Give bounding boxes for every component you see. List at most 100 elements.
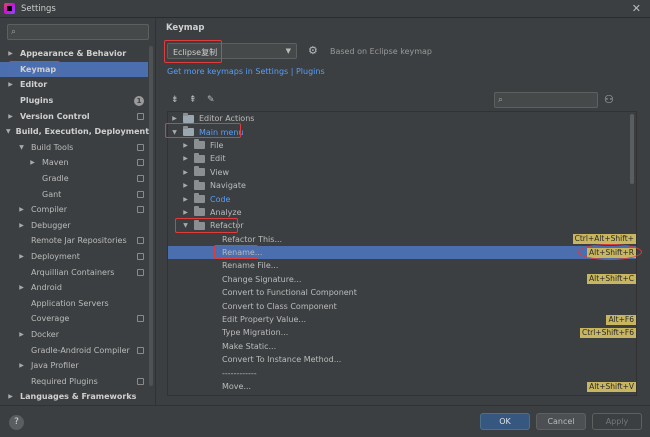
- chevron-right-icon[interactable]: ▶: [181, 155, 190, 162]
- shortcut-badge: Alt+F6: [606, 314, 636, 325]
- action-group-row[interactable]: ▶ View: [168, 166, 636, 179]
- sidebar-scrollbar[interactable]: [149, 46, 153, 386]
- action-row[interactable]: Convert To Instance Method...: [168, 353, 636, 366]
- action-search-input[interactable]: ⌕: [494, 92, 598, 108]
- sidebar-item[interactable]: ▶ Maven: [0, 155, 148, 171]
- cancel-button[interactable]: Cancel: [536, 413, 586, 430]
- chevron-right-icon[interactable]: ▶: [181, 182, 190, 189]
- chevron-down-icon[interactable]: ▼: [181, 222, 190, 229]
- sidebar-item[interactable]: Coverage: [0, 311, 148, 327]
- action-group-row[interactable]: ▶ Edit: [168, 152, 636, 165]
- chevron-down-icon[interactable]: ▼: [170, 129, 179, 136]
- edit-pencil-icon[interactable]: ✎: [207, 95, 215, 105]
- sidebar-item[interactable]: ▼ Build Tools: [0, 140, 148, 156]
- action-label: View: [210, 167, 229, 177]
- sidebar-item[interactable]: ▶ Compiler: [0, 202, 148, 218]
- project-level-icon: [137, 346, 144, 354]
- chevron-down-icon[interactable]: ▼: [6, 128, 11, 135]
- action-label: Refactor This...: [222, 234, 283, 244]
- action-label: Main menu: [199, 127, 244, 137]
- action-label: Make Static...: [222, 341, 277, 351]
- chevron-right-icon[interactable]: ▶: [28, 159, 37, 166]
- sidebar-item[interactable]: Gradle: [0, 171, 148, 187]
- sidebar-item[interactable]: ▶ Editor: [0, 77, 148, 93]
- action-label: Refactor: [210, 221, 244, 231]
- action-row[interactable]: Change Signature... Alt+Shift+C: [168, 273, 636, 286]
- find-by-shortcut-icon[interactable]: ⚇: [604, 93, 614, 106]
- shortcut-badge: Ctrl+Alt+Shift+: [572, 234, 636, 245]
- sidebar-item[interactable]: Gant: [0, 186, 148, 202]
- chevron-right-icon[interactable]: ▶: [6, 81, 15, 88]
- chevron-right-icon[interactable]: ▶: [17, 284, 26, 291]
- sidebar-item[interactable]: Application Servers: [0, 296, 148, 312]
- chevron-right-icon[interactable]: ▶: [181, 169, 190, 176]
- chevron-right-icon[interactable]: ▶: [6, 50, 15, 57]
- chevron-right-icon[interactable]: ▶: [181, 142, 190, 149]
- chevron-right-icon[interactable]: ▶: [17, 331, 26, 338]
- action-row[interactable]: Convert to Class Component: [168, 299, 636, 312]
- shortcut-badge: Alt+Shift+V: [587, 381, 636, 392]
- chevron-right-icon[interactable]: ▶: [181, 209, 190, 216]
- action-row[interactable]: Refactor This... Ctrl+Alt+Shift+: [168, 233, 636, 246]
- action-label: Editor Actions: [199, 114, 255, 124]
- action-label: Convert to Functional Component: [222, 288, 357, 298]
- action-group-row[interactable]: ▶ Code: [168, 192, 636, 205]
- action-row[interactable]: Rename... Alt+Shift+R: [168, 245, 636, 260]
- action-row[interactable]: Rename File...: [168, 259, 636, 272]
- settings-search-input[interactable]: ⌕: [7, 24, 149, 40]
- chevron-down-icon[interactable]: ▼: [17, 144, 26, 151]
- action-label: Move...: [222, 382, 252, 391]
- action-group-row[interactable]: ▶ File: [168, 139, 636, 152]
- folder-icon: [194, 179, 205, 190]
- action-group-row[interactable]: ▼ Refactor: [168, 219, 636, 232]
- sidebar-item-label: Debugger: [31, 220, 71, 230]
- get-more-keymaps-link[interactable]: Get more keymaps in Settings | Plugins: [167, 67, 325, 76]
- chevron-right-icon[interactable]: ▶: [17, 206, 26, 213]
- expand-all-icon[interactable]: ⇟: [171, 95, 179, 105]
- action-label: Edit Property Value...: [222, 315, 307, 325]
- sidebar-item[interactable]: ▶ Java Profiler: [0, 358, 148, 374]
- action-row[interactable]: Type Migration... Ctrl+Shift+F6: [168, 326, 636, 339]
- sidebar-item[interactable]: ▶ Appearance & Behavior: [0, 46, 148, 62]
- sidebar-item-label: Docker: [31, 329, 60, 339]
- close-icon[interactable]: ✕: [632, 2, 641, 15]
- sidebar-item[interactable]: Plugins 1: [0, 93, 148, 109]
- action-row[interactable]: Move... Alt+Shift+V: [168, 380, 636, 393]
- sidebar-item[interactable]: ▶ Version Control: [0, 108, 148, 124]
- chevron-right-icon[interactable]: ▶: [6, 113, 15, 120]
- sidebar-item[interactable]: Arquillian Containers: [0, 264, 148, 280]
- sidebar-item[interactable]: ▶ Languages & Frameworks: [0, 389, 148, 405]
- sidebar-item[interactable]: ▶ Deployment: [0, 249, 148, 265]
- sidebar-item[interactable]: Keymap: [0, 61, 148, 78]
- project-level-icon: [137, 268, 144, 276]
- action-row[interactable]: Make Static...: [168, 340, 636, 353]
- collapse-all-icon[interactable]: ⇞: [189, 95, 197, 105]
- action-group-row[interactable]: ▼ Main menu: [168, 125, 636, 138]
- action-label: ------------: [222, 368, 257, 378]
- project-level-icon: [137, 159, 144, 167]
- chevron-right-icon[interactable]: ▶: [17, 222, 26, 229]
- sidebar-item[interactable]: ▶ Debugger: [0, 218, 148, 234]
- help-icon[interactable]: ?: [9, 415, 24, 430]
- sidebar-item[interactable]: ▼ Build, Execution, Deployment: [0, 124, 149, 140]
- action-row[interactable]: Convert to Functional Component: [168, 286, 636, 299]
- sidebar-item[interactable]: ▶ Android: [0, 280, 148, 296]
- sidebar-item[interactable]: Required Plugins: [0, 373, 148, 389]
- sidebar-item[interactable]: Gradle-Android Compiler: [0, 342, 148, 358]
- action-group-row[interactable]: ▶ Editor Actions: [168, 112, 636, 125]
- gear-icon[interactable]: ⚙: [308, 44, 318, 57]
- chevron-right-icon[interactable]: ▶: [17, 362, 26, 369]
- apply-button[interactable]: Apply: [592, 413, 642, 430]
- action-group-row[interactable]: ▶ Analyze: [168, 206, 636, 219]
- action-row[interactable]: Edit Property Value... Alt+F6: [168, 313, 636, 326]
- ok-button[interactable]: OK: [480, 413, 530, 430]
- sidebar-item[interactable]: ▶ Docker: [0, 327, 148, 343]
- chevron-right-icon[interactable]: ▶: [181, 196, 190, 203]
- chevron-right-icon[interactable]: ▶: [17, 253, 26, 260]
- chevron-right-icon[interactable]: ▶: [170, 115, 179, 122]
- action-group-row[interactable]: ▶ Navigate: [168, 179, 636, 192]
- chevron-right-icon[interactable]: ▶: [6, 393, 15, 400]
- action-row[interactable]: ------------: [168, 366, 636, 379]
- keymap-dropdown[interactable]: Eclipse复制 ▼: [167, 43, 297, 59]
- sidebar-item[interactable]: Remote Jar Repositories: [0, 233, 148, 249]
